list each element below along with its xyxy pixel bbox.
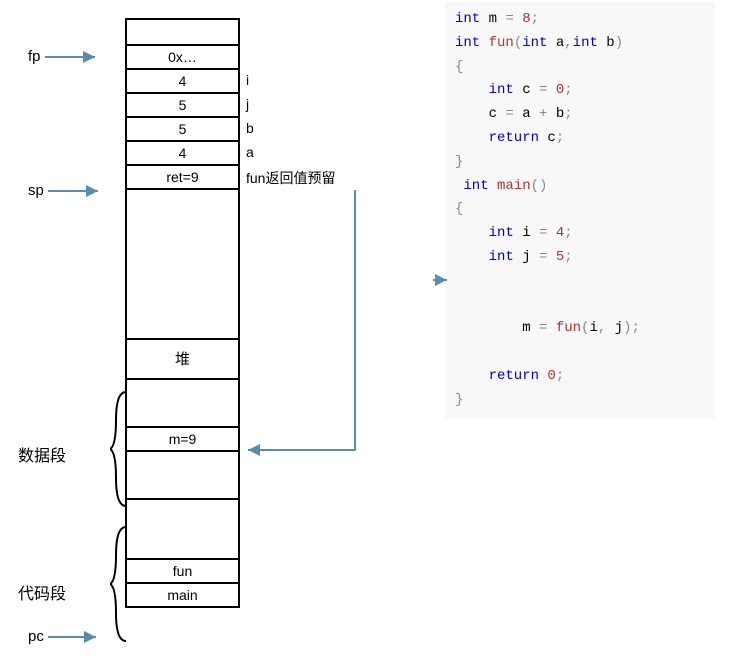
fp-pointer: fp — [28, 48, 103, 65]
code-line-current: m = fun(i, j); — [455, 270, 705, 365]
stack-gap — [125, 190, 240, 340]
sp-pointer: sp — [28, 182, 106, 199]
stack-cell-empty — [125, 18, 240, 46]
arrow-right-icon — [48, 631, 104, 643]
arrow-right-icon — [45, 51, 103, 63]
fp-label: fp — [28, 48, 41, 65]
code-panel: int m = 8; int fun(int a,int b) { int c … — [445, 2, 715, 419]
memory-diagram: fp sp pc 0x… 4 5 5 4 ret=9 堆 m=9 fun mai… — [10, 10, 410, 650]
heap-cell: 堆 — [125, 340, 240, 380]
stack-cell-ret: ret=9 — [125, 166, 240, 190]
data-segment-label: 数据段 — [18, 442, 66, 466]
data-cell-m: m=9 — [125, 428, 240, 452]
code-line: int main() — [455, 175, 705, 199]
code-line: } — [455, 389, 705, 413]
code-cell-fun: fun — [125, 560, 240, 584]
stack-cell-j: 5 — [125, 94, 240, 118]
brace-icon — [110, 390, 128, 508]
ann-b: b — [246, 120, 254, 136]
memory-column: 0x… 4 5 5 4 ret=9 堆 m=9 fun main — [125, 18, 240, 608]
code-line: int j = 5; — [455, 246, 705, 270]
code-line: { — [455, 56, 705, 80]
code-line: int i = 4; — [455, 222, 705, 246]
code-line: } — [455, 151, 705, 175]
ann-j: j — [246, 96, 249, 112]
sp-label: sp — [28, 182, 44, 199]
pc-label: pc — [28, 628, 44, 645]
code-line: int fun(int a,int b) — [455, 32, 705, 56]
arrow-right-icon — [48, 185, 106, 197]
data-gap-bottom — [125, 452, 240, 500]
ann-a: a — [246, 144, 254, 160]
code-cell-main: main — [125, 584, 240, 608]
brace-icon — [110, 525, 128, 643]
stack-cell-fp: 0x… — [125, 46, 240, 70]
ann-i: i — [246, 72, 249, 88]
code-line: return c; — [455, 127, 705, 151]
stack-cell-b: 5 — [125, 118, 240, 142]
pc-pointer: pc — [28, 628, 104, 645]
code-line: return 0; — [455, 365, 705, 389]
stack-cell-a: 4 — [125, 142, 240, 166]
ann-ret: fun返回值预留 — [246, 168, 335, 188]
data-gap-top — [125, 380, 240, 428]
stack-cell-i: 4 — [125, 70, 240, 94]
code-line: c = a + b; — [455, 103, 705, 127]
code-line: int m = 8; — [455, 8, 705, 32]
connector-arrow-icon — [240, 188, 370, 468]
code-gap — [125, 500, 240, 560]
code-line: { — [455, 198, 705, 222]
code-segment-label: 代码段 — [18, 580, 66, 604]
arrow-right-icon — [433, 274, 453, 286]
code-line: int c = 0; — [455, 79, 705, 103]
